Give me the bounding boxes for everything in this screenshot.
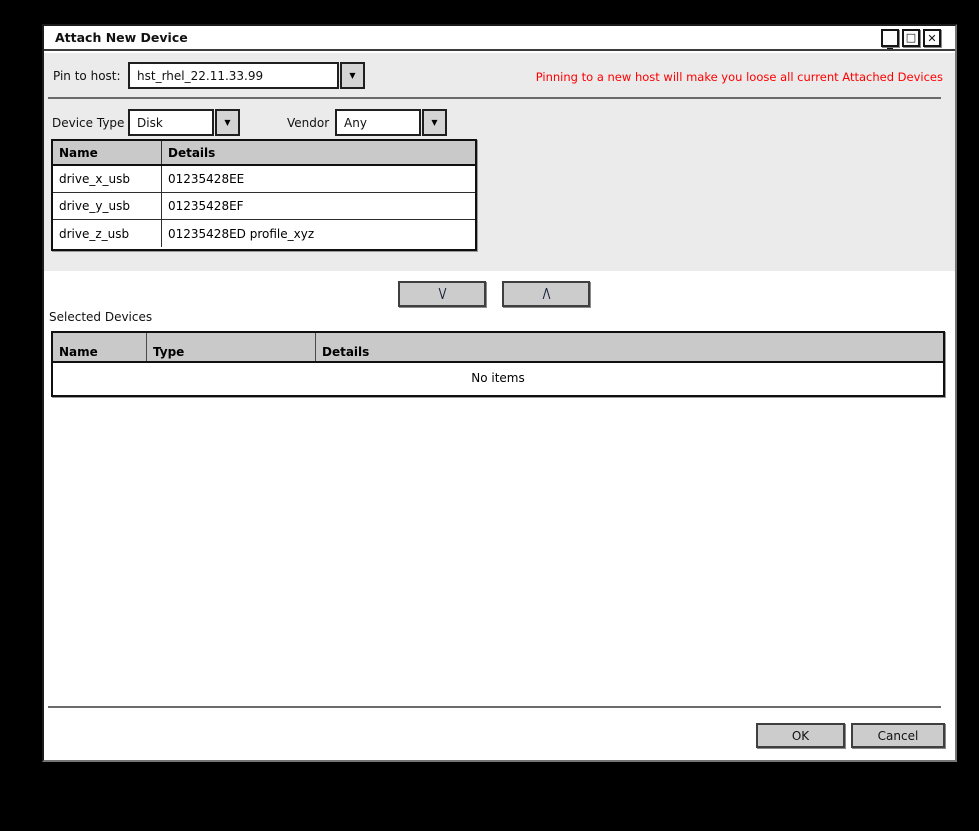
device-type-value[interactable]: Disk bbox=[128, 109, 214, 136]
empty-table-message: No items bbox=[53, 363, 943, 393]
close-button[interactable]: ✕ bbox=[923, 29, 941, 47]
cancel-button[interactable]: Cancel bbox=[851, 723, 945, 748]
ok-button[interactable]: OK bbox=[756, 723, 845, 748]
available-devices-header: Name Details bbox=[53, 141, 475, 166]
column-header-details[interactable]: Details bbox=[162, 141, 475, 164]
device-details-cell[interactable]: 01235428ED profile_xyz bbox=[162, 220, 475, 247]
desktop-background: { "window": { "title": "Attach New Devic… bbox=[0, 0, 979, 831]
pin-to-host-value[interactable]: hst_rhel_22.11.33.99 bbox=[128, 62, 339, 89]
pin-section-divider bbox=[48, 97, 941, 99]
window-controls: _ □ ✕ bbox=[881, 29, 941, 49]
move-up-button[interactable]: /\ bbox=[502, 281, 590, 307]
selected-devices-header: Name Type Details bbox=[53, 333, 943, 363]
device-name-cell[interactable]: drive_z_usb bbox=[53, 220, 162, 247]
column-header-name[interactable]: Name bbox=[53, 141, 162, 164]
pin-warning-text: Pinning to a new host will make you loos… bbox=[535, 70, 943, 84]
move-up-icon: /\ bbox=[542, 286, 551, 302]
table-row[interactable]: drive_x_usb 01235428EE bbox=[53, 166, 475, 193]
attach-new-device-dialog: Attach New Device _ □ ✕ Pin to host: hst… bbox=[42, 24, 957, 762]
device-details-cell[interactable]: 01235428EE bbox=[162, 166, 475, 192]
minimize-button[interactable]: _ bbox=[881, 29, 899, 49]
vendor-value[interactable]: Any bbox=[335, 109, 421, 136]
device-name-cell[interactable]: drive_x_usb bbox=[53, 166, 162, 192]
move-down-icon: \/ bbox=[438, 286, 447, 302]
column-header-type[interactable]: Type bbox=[147, 333, 316, 361]
pin-to-host-combobox[interactable]: hst_rhel_22.11.33.99 ▼ bbox=[128, 62, 365, 89]
minimize-icon: _ bbox=[887, 34, 893, 49]
device-type-label: Device Type bbox=[52, 116, 125, 130]
table-row[interactable]: drive_y_usb 01235428EF bbox=[53, 193, 475, 220]
column-header-details[interactable]: Details bbox=[316, 333, 943, 361]
device-details-cell[interactable]: 01235428EF bbox=[162, 193, 475, 219]
selected-devices-table: Name Type Details No items bbox=[51, 331, 945, 397]
move-down-button[interactable]: \/ bbox=[398, 281, 486, 307]
ok-button-label: OK bbox=[791, 728, 810, 743]
maximize-icon: □ bbox=[905, 31, 917, 44]
close-icon: ✕ bbox=[927, 31, 937, 45]
dialog-title: Attach New Device bbox=[55, 30, 188, 45]
cancel-button-label: Cancel bbox=[877, 728, 919, 743]
table-row[interactable]: drive_z_usb 01235428ED profile_xyz bbox=[53, 220, 475, 247]
pin-section-panel: Pin to host: hst_rhel_22.11.33.99 ▼ Pinn… bbox=[44, 53, 955, 271]
footer-divider bbox=[48, 706, 941, 708]
maximize-button[interactable]: □ bbox=[902, 29, 920, 47]
vendor-combobox[interactable]: Any ▼ bbox=[335, 109, 447, 136]
column-header-name[interactable]: Name bbox=[53, 333, 147, 361]
device-type-combobox[interactable]: Disk ▼ bbox=[128, 109, 240, 136]
device-name-cell[interactable]: drive_y_usb bbox=[53, 193, 162, 219]
vendor-label: Vendor bbox=[287, 116, 330, 130]
pin-to-host-label: Pin to host: bbox=[53, 69, 121, 83]
dropdown-arrow-icon[interactable]: ▼ bbox=[340, 62, 365, 89]
available-devices-table: Name Details drive_x_usb 01235428EE driv… bbox=[51, 139, 477, 251]
dialog-title-bar[interactable]: Attach New Device _ □ ✕ bbox=[44, 26, 955, 51]
dropdown-arrow-icon[interactable]: ▼ bbox=[215, 109, 240, 136]
dropdown-arrow-icon[interactable]: ▼ bbox=[422, 109, 447, 136]
selected-devices-label: Selected Devices bbox=[49, 310, 153, 324]
